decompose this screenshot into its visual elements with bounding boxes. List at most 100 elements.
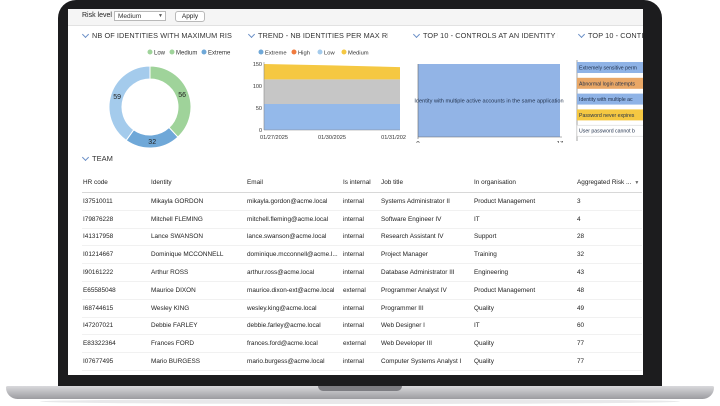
cell-is-internal: internal xyxy=(342,245,380,265)
sort-down-icon: ▼ xyxy=(634,180,640,186)
cell-organisation: Quality xyxy=(473,352,576,371)
panel-title-controls-text: TOP 10 - CONTROLS AT AN IDENTITY LE xyxy=(423,31,558,40)
cell-job-title: Software Engineer IV xyxy=(380,210,473,229)
table-row[interactable]: E65585048 Maurice DIXON maurice.dixon-ext@… xyxy=(82,281,642,300)
table-row[interactable]: I90161222 Arthur ROSS arthur.ross@acme.loc… xyxy=(82,263,642,282)
cell-is-internal: internal xyxy=(342,263,380,282)
chevron-down-icon xyxy=(248,34,255,38)
top10-bar-label-4: User password cannot b xyxy=(579,129,635,135)
cell-email: mitchell.fleming@acme.local xyxy=(246,210,342,229)
cell-is-internal: internal xyxy=(342,192,380,211)
legend-marker-medium[interactable] xyxy=(341,49,347,55)
column-header-risk[interactable]: Aggregated Risk ... ▼ xyxy=(576,173,642,193)
donut-chart: Low Medium Extreme 56 32 59 xyxy=(108,49,231,149)
cell-identity: Maurice DIXON xyxy=(150,281,246,300)
cell-risk: 49 xyxy=(576,299,642,318)
controls-x-tick-17: 17 xyxy=(557,141,563,143)
table-row[interactable]: E49054592Connor COXconnor.cox-ext@acme.l… xyxy=(82,370,642,375)
cell-is-internal: external xyxy=(342,334,380,354)
chevron-down-icon: ▼ xyxy=(158,13,163,19)
table-row[interactable]: I68744615 Wesley KING wesley.king@acme.loc… xyxy=(82,299,642,318)
top10-bar-label-2: Identity with multiple ac xyxy=(579,97,633,103)
cell-job-title: Programmer III xyxy=(380,299,473,318)
legend-marker-extreme[interactable] xyxy=(201,49,207,55)
top10-bar-label-1: Abnormal login attempts xyxy=(579,81,635,87)
legend-label-low: Low xyxy=(324,51,335,57)
legend-marker-medium[interactable] xyxy=(169,49,175,55)
cell-is-internal: external xyxy=(342,281,380,300)
table-row[interactable]: I01214667 Dominique MCCONNELL dominique.mc… xyxy=(82,245,642,265)
cell-email: debbie.farley@acme.local xyxy=(246,317,342,336)
cell-identity: Mario BURGESS xyxy=(150,352,246,371)
column-header-risk-text: Aggregated Risk ... xyxy=(577,179,632,186)
y-tick-label-50: 50 xyxy=(256,106,262,112)
filter-toolbar: Risk level Medium ▼ Apply xyxy=(68,9,643,26)
table-row[interactable]: I37510011 Mikayla GORDON mikayla.gordon@ac… xyxy=(82,192,642,211)
cell-email: connor.cox-ext@acme.local xyxy=(246,370,342,375)
column-header-is-internal[interactable]: Is internal xyxy=(342,173,380,193)
cell-hr-code: I68744615 xyxy=(82,299,150,318)
cell-job-title: Web Developer III xyxy=(380,334,473,354)
area-series-extreme[interactable] xyxy=(264,64,400,80)
cell-identity: Mitchell FLEMING xyxy=(150,210,246,229)
legend-marker-low[interactable] xyxy=(147,49,153,55)
team-table: HR code Identity Email Is internal Job t… xyxy=(82,173,642,375)
column-header-job-title[interactable]: Job title xyxy=(380,173,473,193)
panel-title-trend[interactable]: TREND - NB IDENTITIES PER MAX RISK L xyxy=(248,31,388,40)
donut-slice-low[interactable] xyxy=(108,65,151,142)
legend-marker-high[interactable] xyxy=(291,49,297,55)
legend-label-extreme: Extreme xyxy=(208,51,231,57)
table-row[interactable]: I47207021 Debbie FARLEY debbie.farley@acme… xyxy=(82,317,642,336)
cell-job-title: Database Administrator III xyxy=(380,263,473,282)
top10-bar-chart: Extremely sensitive perm Abnormal login a… xyxy=(576,60,643,141)
cell-job-title: Web Designer I xyxy=(380,317,473,336)
apply-button[interactable]: Apply xyxy=(175,11,205,22)
controls-bar-chart: Identity with multiple active accounts i… xyxy=(414,64,564,143)
column-header-identity[interactable]: Identity xyxy=(150,173,246,193)
cell-hr-code: I90161222 xyxy=(82,263,150,282)
chevron-down-icon xyxy=(82,157,89,161)
cell-organisation: Support xyxy=(473,228,576,247)
column-header-organisation[interactable]: In organisation xyxy=(473,173,576,193)
laptop-notch xyxy=(318,386,402,391)
table-row[interactable]: E83322364 Frances FORD frances.ford@acme.l… xyxy=(82,334,642,354)
legend-label-extreme: Extreme xyxy=(265,51,287,57)
legend-label-high: High xyxy=(298,51,310,57)
cell-is-internal: internal xyxy=(342,299,380,318)
cell-hr-code: E49054592 xyxy=(82,370,150,375)
cell-organisation: Quality xyxy=(473,334,576,354)
risk-level-select[interactable]: Medium ▼ xyxy=(114,11,166,21)
cell-hr-code: E83322364 xyxy=(82,334,150,354)
cell-risk: 43 xyxy=(576,263,642,282)
legend-marker-extreme[interactable] xyxy=(258,49,264,55)
panel-title-controls[interactable]: TOP 10 - CONTROLS AT AN IDENTITY LE xyxy=(413,31,558,40)
panel-title-donut[interactable]: NB OF IDENTITIES WITH MAXIMUM RISK xyxy=(82,31,232,40)
donut-slice-label-extreme: 32 xyxy=(148,139,156,146)
cell-hr-code: I41317958 xyxy=(82,228,150,247)
cell-email: mikayla.gordon@acme.local xyxy=(246,192,342,211)
cell-hr-code: I07677495 xyxy=(82,352,150,371)
cell-identity: Debbie FARLEY xyxy=(150,317,246,336)
cell-job-title: Computer Systems Analyst I xyxy=(380,352,473,371)
donut-slice-medium[interactable] xyxy=(149,65,192,138)
panel-title-top10-text: TOP 10 - CONTI xyxy=(588,31,643,40)
cell-is-internal: external xyxy=(342,370,380,375)
panel-title-top10[interactable]: TOP 10 - CONTI xyxy=(578,31,643,40)
table-row[interactable]: I41317958 Lance SWANSON lance.swanson@acme… xyxy=(82,228,642,247)
cell-organisation: IT xyxy=(473,210,576,229)
x-tick-label-1: 01/30/2025 xyxy=(318,135,346,141)
area-series-low[interactable] xyxy=(264,104,400,130)
table-row[interactable]: I79876228 Mitchell FLEMING mitchell.flemin… xyxy=(82,210,642,229)
top10-bar-label-0: Extremely sensitive perm xyxy=(579,66,637,72)
cell-risk: 77 xyxy=(576,334,642,354)
area-series-medium[interactable] xyxy=(264,79,400,105)
cell-job-title: Project Manager xyxy=(380,245,473,265)
cell-risk: 48 xyxy=(576,281,642,300)
table-row[interactable]: I07677495 Mario BURGESS mario.burgess@acme… xyxy=(82,352,642,371)
legend-marker-low[interactable] xyxy=(317,49,323,55)
column-header-email[interactable]: Email xyxy=(246,173,342,193)
team-section-title[interactable]: TEAM xyxy=(82,154,113,163)
cell-identity: Lance SWANSON xyxy=(150,228,246,247)
cell-hr-code: I47207021 xyxy=(82,317,150,336)
column-header-hr-code[interactable]: HR code xyxy=(82,173,150,193)
